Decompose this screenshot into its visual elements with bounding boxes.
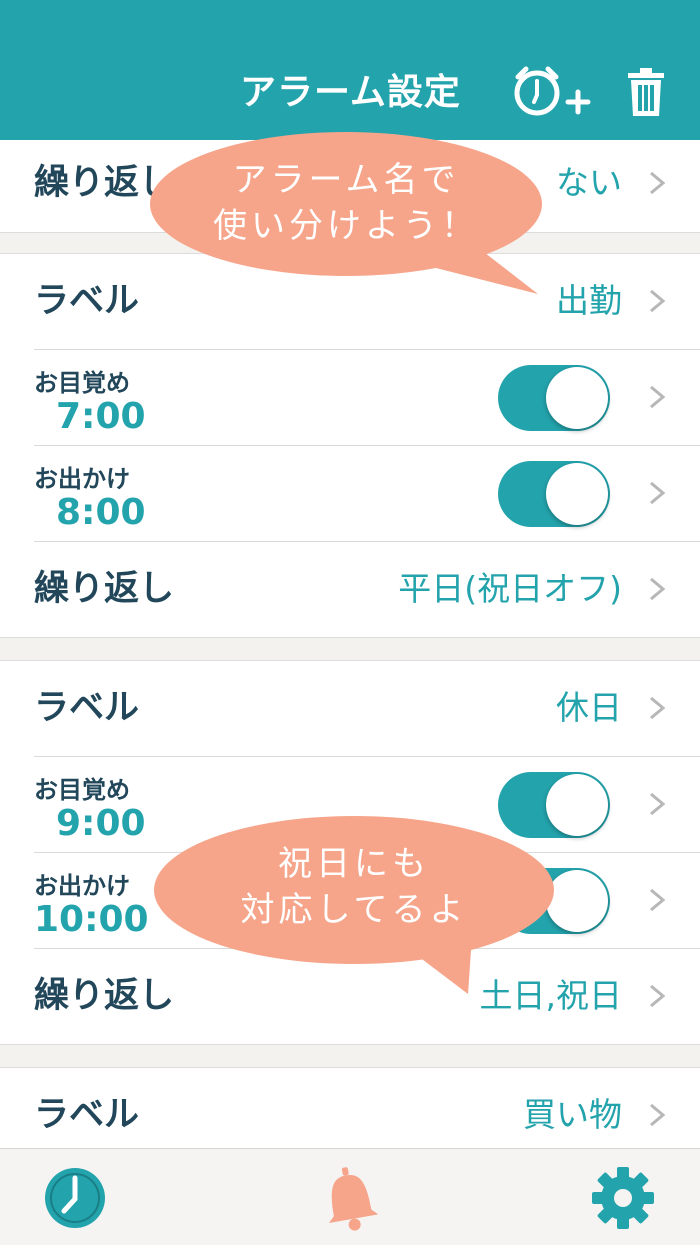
bell-icon xyxy=(329,1167,379,1231)
chevron-right-icon xyxy=(650,171,666,195)
alarm-add-icon[interactable] xyxy=(512,64,592,122)
trash-icon[interactable] xyxy=(626,66,666,118)
chevron-right-icon xyxy=(650,1103,666,1127)
alarm-group: ラベル 買い物 xyxy=(0,1067,700,1148)
label-title: ラベル xyxy=(34,1095,140,1135)
label-value: 買い物 xyxy=(523,1095,622,1134)
alarm-time: 9:00 xyxy=(56,803,146,844)
alarm-time: 8:00 xyxy=(56,492,146,533)
callout-line: 祝日にも xyxy=(278,844,430,884)
header-bar: アラーム設定 xyxy=(0,0,700,140)
chevron-right-icon xyxy=(650,385,666,409)
chevron-right-icon xyxy=(650,888,666,912)
alarm-toggle[interactable] xyxy=(498,461,610,527)
alarm-name: お目覚め xyxy=(34,776,130,804)
alarm-name: お出かけ xyxy=(34,872,130,900)
label-row[interactable]: ラベル 休日 xyxy=(0,661,700,757)
label-value: 出勤 xyxy=(556,281,622,320)
label-value: 休日 xyxy=(556,688,622,727)
label-title: ラベル xyxy=(34,688,140,728)
gear-icon xyxy=(592,1167,654,1229)
alarm-row[interactable]: お出かけ 8:00 xyxy=(0,446,700,542)
callout-bubble: 祝日にも 対応してるよ xyxy=(152,810,556,996)
alarm-group: ラベル 出勤 お目覚め 7:00 お出かけ 8:00 繰り返し 平日(祝日オフ) xyxy=(0,253,700,638)
label-row[interactable]: ラベル 買い物 xyxy=(0,1068,700,1148)
repeat-value: ない xyxy=(556,163,622,202)
clock-icon xyxy=(45,1168,105,1228)
tab-ringing[interactable] xyxy=(315,1163,385,1233)
alarm-toggle[interactable] xyxy=(498,365,610,431)
alarm-time: 7:00 xyxy=(56,396,146,437)
tab-alarms[interactable] xyxy=(40,1163,110,1233)
callout-line: 使い分けよう！ xyxy=(213,206,479,246)
repeat-row[interactable]: 繰り返し 平日(祝日オフ) xyxy=(0,542,700,638)
callout-line: 対応してるよ xyxy=(240,890,468,930)
chevron-right-icon xyxy=(650,984,666,1008)
alarm-name: お目覚め xyxy=(34,369,130,397)
alarm-name: お出かけ xyxy=(34,465,130,493)
alarm-time: 10:00 xyxy=(34,899,149,940)
page-title: アラーム設定 xyxy=(240,72,461,113)
chevron-right-icon xyxy=(650,289,666,313)
tab-bar xyxy=(0,1148,700,1245)
repeat-label: 繰り返し xyxy=(34,569,175,609)
label-title: ラベル xyxy=(34,281,140,321)
tab-settings[interactable] xyxy=(588,1163,658,1233)
alarm-row[interactable]: お目覚め 7:00 xyxy=(0,350,700,446)
chevron-right-icon xyxy=(650,577,666,601)
callout-bubble: アラーム名で 使い分けよう！ xyxy=(146,128,546,300)
chevron-right-icon xyxy=(650,696,666,720)
chevron-right-icon xyxy=(650,481,666,505)
callout-line: アラーム名で xyxy=(232,160,460,200)
chevron-right-icon xyxy=(650,792,666,816)
repeat-value: 平日(祝日オフ) xyxy=(398,569,622,608)
